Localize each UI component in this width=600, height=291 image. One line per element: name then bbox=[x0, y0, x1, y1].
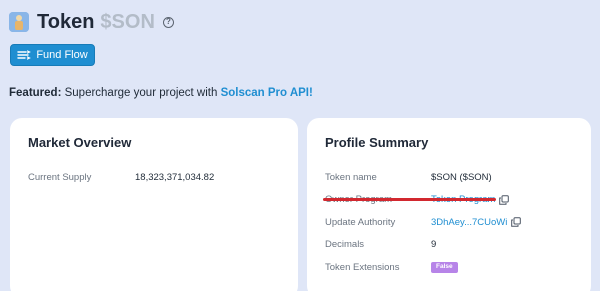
copy-icon[interactable] bbox=[511, 217, 522, 228]
market-overview-title: Market Overview bbox=[28, 135, 132, 150]
update-authority-link[interactable]: 3DhAey...7CUoWi bbox=[431, 217, 507, 228]
fund-flow-label: Fund Flow bbox=[36, 49, 88, 61]
help-icon[interactable]: ? bbox=[162, 16, 174, 28]
row-label: Update Authority bbox=[325, 216, 396, 228]
current-supply-row: Current Supply 18,323,371,034.82 bbox=[28, 166, 280, 189]
token-name-row: Token name $SON ($SON) bbox=[325, 166, 573, 189]
page-title-row: Token $SON ? bbox=[9, 8, 174, 36]
token-label: Token bbox=[37, 10, 95, 33]
token-logo-icon bbox=[9, 12, 29, 32]
token-page: Token $SON ? Fund Flow Featured: Superch… bbox=[0, 0, 600, 291]
owner-program-highlight-underline bbox=[323, 198, 496, 201]
featured-text: Supercharge your project with bbox=[61, 87, 221, 99]
token-extensions-badge: False bbox=[431, 262, 458, 273]
row-label: Decimals bbox=[325, 239, 365, 251]
profile-summary-title: Profile Summary bbox=[325, 135, 429, 150]
solscan-pro-api-link[interactable]: Solscan Pro API! bbox=[221, 87, 313, 99]
update-authority-row: Update Authority 3DhAey...7CUoWi bbox=[325, 211, 573, 234]
featured-banner: Featured: Supercharge your project with … bbox=[9, 87, 313, 99]
token-symbol: $SON bbox=[100, 10, 155, 33]
fund-flow-icon bbox=[17, 50, 32, 60]
market-overview-card: Market Overview Current Supply 18,323,37… bbox=[10, 118, 298, 291]
row-value: 18,323,371,034.82 bbox=[135, 171, 215, 183]
decimals-row: Decimals 9 bbox=[325, 234, 573, 257]
copy-icon[interactable] bbox=[499, 194, 510, 205]
fund-flow-button[interactable]: Fund Flow bbox=[10, 44, 95, 66]
profile-summary-card: Profile Summary Token name $SON ($SON) O… bbox=[307, 118, 591, 291]
token-extensions-row: Token Extensions False bbox=[325, 256, 573, 279]
row-label: Current Supply bbox=[28, 171, 92, 183]
row-value: 9 bbox=[431, 239, 437, 251]
featured-prefix: Featured: bbox=[9, 87, 62, 99]
row-value: $SON ($SON) bbox=[431, 171, 492, 183]
row-label: Token name bbox=[325, 171, 377, 183]
row-label: Token Extensions bbox=[325, 261, 400, 273]
